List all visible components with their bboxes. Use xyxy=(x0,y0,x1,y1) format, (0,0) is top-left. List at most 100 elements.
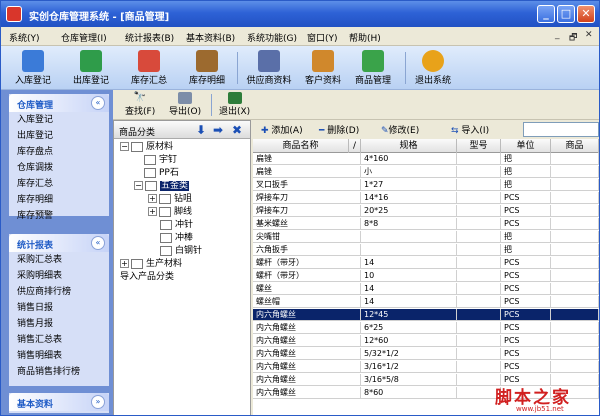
tree-node[interactable]: + 钻咀 xyxy=(148,193,192,206)
sidebar-item[interactable]: 销售日报 xyxy=(9,300,109,316)
collapse-chevron-icon[interactable]: « xyxy=(91,236,105,250)
sidebar-item[interactable]: 销售月报 xyxy=(9,316,109,332)
table-row[interactable]: 基米螺丝 8*8 PCS xyxy=(253,218,599,230)
table-cell xyxy=(551,231,599,243)
sidebar-group-header[interactable]: 仓库管理 « xyxy=(9,94,109,112)
column-header-spec[interactable]: 规格 xyxy=(361,139,457,153)
title-bar[interactable]: 实创仓库管理系统 - [商品管理] _ □ ✕ xyxy=(1,1,599,27)
menu-system[interactable]: 系统(Y) xyxy=(9,31,40,44)
collapse-icon[interactable]: − xyxy=(134,181,143,190)
table-row[interactable]: 内六角螺丝 6*25 PCS xyxy=(253,322,599,334)
table-row[interactable]: 焊接车刀 20*25 PCS xyxy=(253,205,599,217)
tree-node[interactable]: 白钢针 xyxy=(160,245,202,258)
export-button[interactable]: 导出(O) xyxy=(169,92,201,117)
table-cell: 焊接车刀 xyxy=(253,192,361,204)
sidebar-item[interactable]: 销售汇总表 xyxy=(9,332,109,348)
mdi-restore-button[interactable]: 🗗 xyxy=(569,30,577,46)
expand-icon[interactable]: + xyxy=(148,207,157,216)
table-row[interactable]: 尖嘴钳 把 xyxy=(253,231,599,243)
tree-node[interactable]: − 原材料 xyxy=(120,141,173,154)
sidebar-item[interactable]: 供应商排行榜 xyxy=(9,284,109,300)
table-row[interactable]: 内六角螺丝 12*60 PCS xyxy=(253,335,599,347)
table-row[interactable]: 六角扳手 把 xyxy=(253,244,599,256)
table-row[interactable]: 螺丝 14 PCS xyxy=(253,283,599,295)
mdi-close-button[interactable]: ✕ xyxy=(585,30,593,40)
tree-node[interactable]: 冲棒 xyxy=(160,232,193,245)
table-row[interactable]: 焊接车刀 14*16 PCS xyxy=(253,192,599,204)
column-header-model[interactable]: 型号 xyxy=(457,139,501,153)
tree-node[interactable]: PP石 xyxy=(144,167,179,180)
add-button[interactable]: ✚ 添加(A) xyxy=(261,123,303,136)
tree-node[interactable]: 冲针 xyxy=(160,219,193,232)
inventory-detail-button[interactable]: 库存明细 xyxy=(179,48,235,88)
tree-node[interactable]: 宇钉 xyxy=(144,154,177,167)
customer-icon xyxy=(312,50,334,72)
product-button[interactable]: 商品管理 xyxy=(345,48,401,88)
tree-node[interactable]: + 脚线 xyxy=(148,206,192,219)
close-icon[interactable]: ✖ xyxy=(232,123,242,137)
grid-search-input[interactable] xyxy=(523,122,599,137)
menu-basic-data[interactable]: 基本资料(B) xyxy=(186,31,235,44)
sidebar-item[interactable]: 采购明细表 xyxy=(9,268,109,284)
maximize-button[interactable]: □ xyxy=(557,5,575,23)
sidebar-item[interactable]: 出库登记 xyxy=(9,128,109,144)
customer-button[interactable]: 客户资料 xyxy=(295,48,351,88)
column-header-unit[interactable]: 单位 xyxy=(501,139,551,153)
edit-button[interactable]: ✎修改(E) xyxy=(381,123,419,136)
arrow-down-icon[interactable]: ⬇ xyxy=(196,123,206,137)
sidebar-item[interactable]: 仓库调拨 xyxy=(9,160,109,176)
tree-node[interactable]: + 生产材料 xyxy=(120,258,182,271)
tree-node-label: PP石 xyxy=(159,168,179,178)
table-row[interactable]: 内六角螺丝 5/32*1/2 PCS xyxy=(253,348,599,360)
table-cell xyxy=(457,309,501,321)
sidebar-group-header[interactable]: 统计报表 « xyxy=(9,234,109,252)
menu-warehouse[interactable]: 仓库管理(I) xyxy=(61,31,107,44)
column-header-name[interactable]: 商品名称 xyxy=(253,139,349,153)
sidebar-item[interactable]: 库存盘点 xyxy=(9,144,109,160)
expand-icon[interactable]: + xyxy=(148,194,157,203)
table-row[interactable]: 扁锉 4*160 把 xyxy=(253,153,599,165)
table-row[interactable]: 螺杆（带牙） 14 PCS xyxy=(253,257,599,269)
sidebar-item[interactable]: 入库登记 xyxy=(9,112,109,128)
collapse-icon[interactable]: − xyxy=(120,142,129,151)
close-button[interactable]: ✕ xyxy=(577,5,595,23)
mdi-minimize-button[interactable]: _ xyxy=(555,30,560,40)
sidebar-item[interactable]: 库存预警 xyxy=(9,208,109,224)
menu-window[interactable]: 窗口(Y) xyxy=(307,31,338,44)
tree-node[interactable]: − 五金类 xyxy=(134,180,190,193)
table-row[interactable]: 内六角螺丝 12*45 PCS xyxy=(253,309,599,321)
column-header-product[interactable]: 商品 xyxy=(551,139,599,153)
delete-button[interactable]: ━ 删除(D) xyxy=(319,123,359,136)
expand-chevron-icon[interactable]: » xyxy=(91,395,105,409)
menu-reports[interactable]: 统计报表(B) xyxy=(125,31,174,44)
sidebar-item[interactable]: 库存明细 xyxy=(9,192,109,208)
table-row[interactable]: 内六角螺丝 3/16*1/2 PCS xyxy=(253,361,599,373)
find-button[interactable]: 🔭 查找(F) xyxy=(125,92,155,117)
stock-out-button[interactable]: 出库登记 xyxy=(63,48,119,88)
sidebar-item[interactable]: 采购汇总表 xyxy=(9,252,109,268)
column-header-sort[interactable]: / xyxy=(349,139,361,153)
arrow-right-icon[interactable]: ➡ xyxy=(213,123,223,137)
category-tree-header: 商品分类 ⬇ ➡ ✖ xyxy=(114,121,250,139)
inventory-summary-button[interactable]: 库存汇总 xyxy=(121,48,177,88)
table-row[interactable]: 叉口扳手 1*27 把 xyxy=(253,179,599,191)
sidebar-group-header[interactable]: 基本资料 » xyxy=(9,393,109,411)
table-row[interactable]: 螺丝帽 14 PCS xyxy=(253,296,599,308)
supplier-button[interactable]: 供应商资料 xyxy=(241,48,297,88)
sidebar-item[interactable]: 商品销售排行榜 xyxy=(9,364,109,380)
collapse-chevron-icon[interactable]: « xyxy=(91,96,105,110)
stock-in-button[interactable]: 入库登记 xyxy=(5,48,61,88)
minimize-button[interactable]: _ xyxy=(537,5,555,23)
table-cell: 内六角螺丝 xyxy=(253,322,361,334)
table-row[interactable]: 扁锉小 把 xyxy=(253,166,599,178)
menu-help[interactable]: 帮助(H) xyxy=(349,31,381,44)
sidebar-item[interactable]: 销售明细表 xyxy=(9,348,109,364)
expand-icon[interactable]: + xyxy=(120,259,129,268)
table-row[interactable]: 螺杆（带牙） 10 PCS xyxy=(253,270,599,282)
tree-node[interactable]: 导入产品分类 xyxy=(120,271,174,284)
sidebar-item[interactable]: 库存汇总 xyxy=(9,176,109,192)
exit-system-button[interactable]: 退出系统 xyxy=(405,48,461,88)
exit-button[interactable]: 退出(X) xyxy=(219,92,250,117)
menu-functions[interactable]: 系统功能(G) xyxy=(247,31,297,44)
import-button[interactable]: ⇆ 导入(I) xyxy=(451,123,489,136)
